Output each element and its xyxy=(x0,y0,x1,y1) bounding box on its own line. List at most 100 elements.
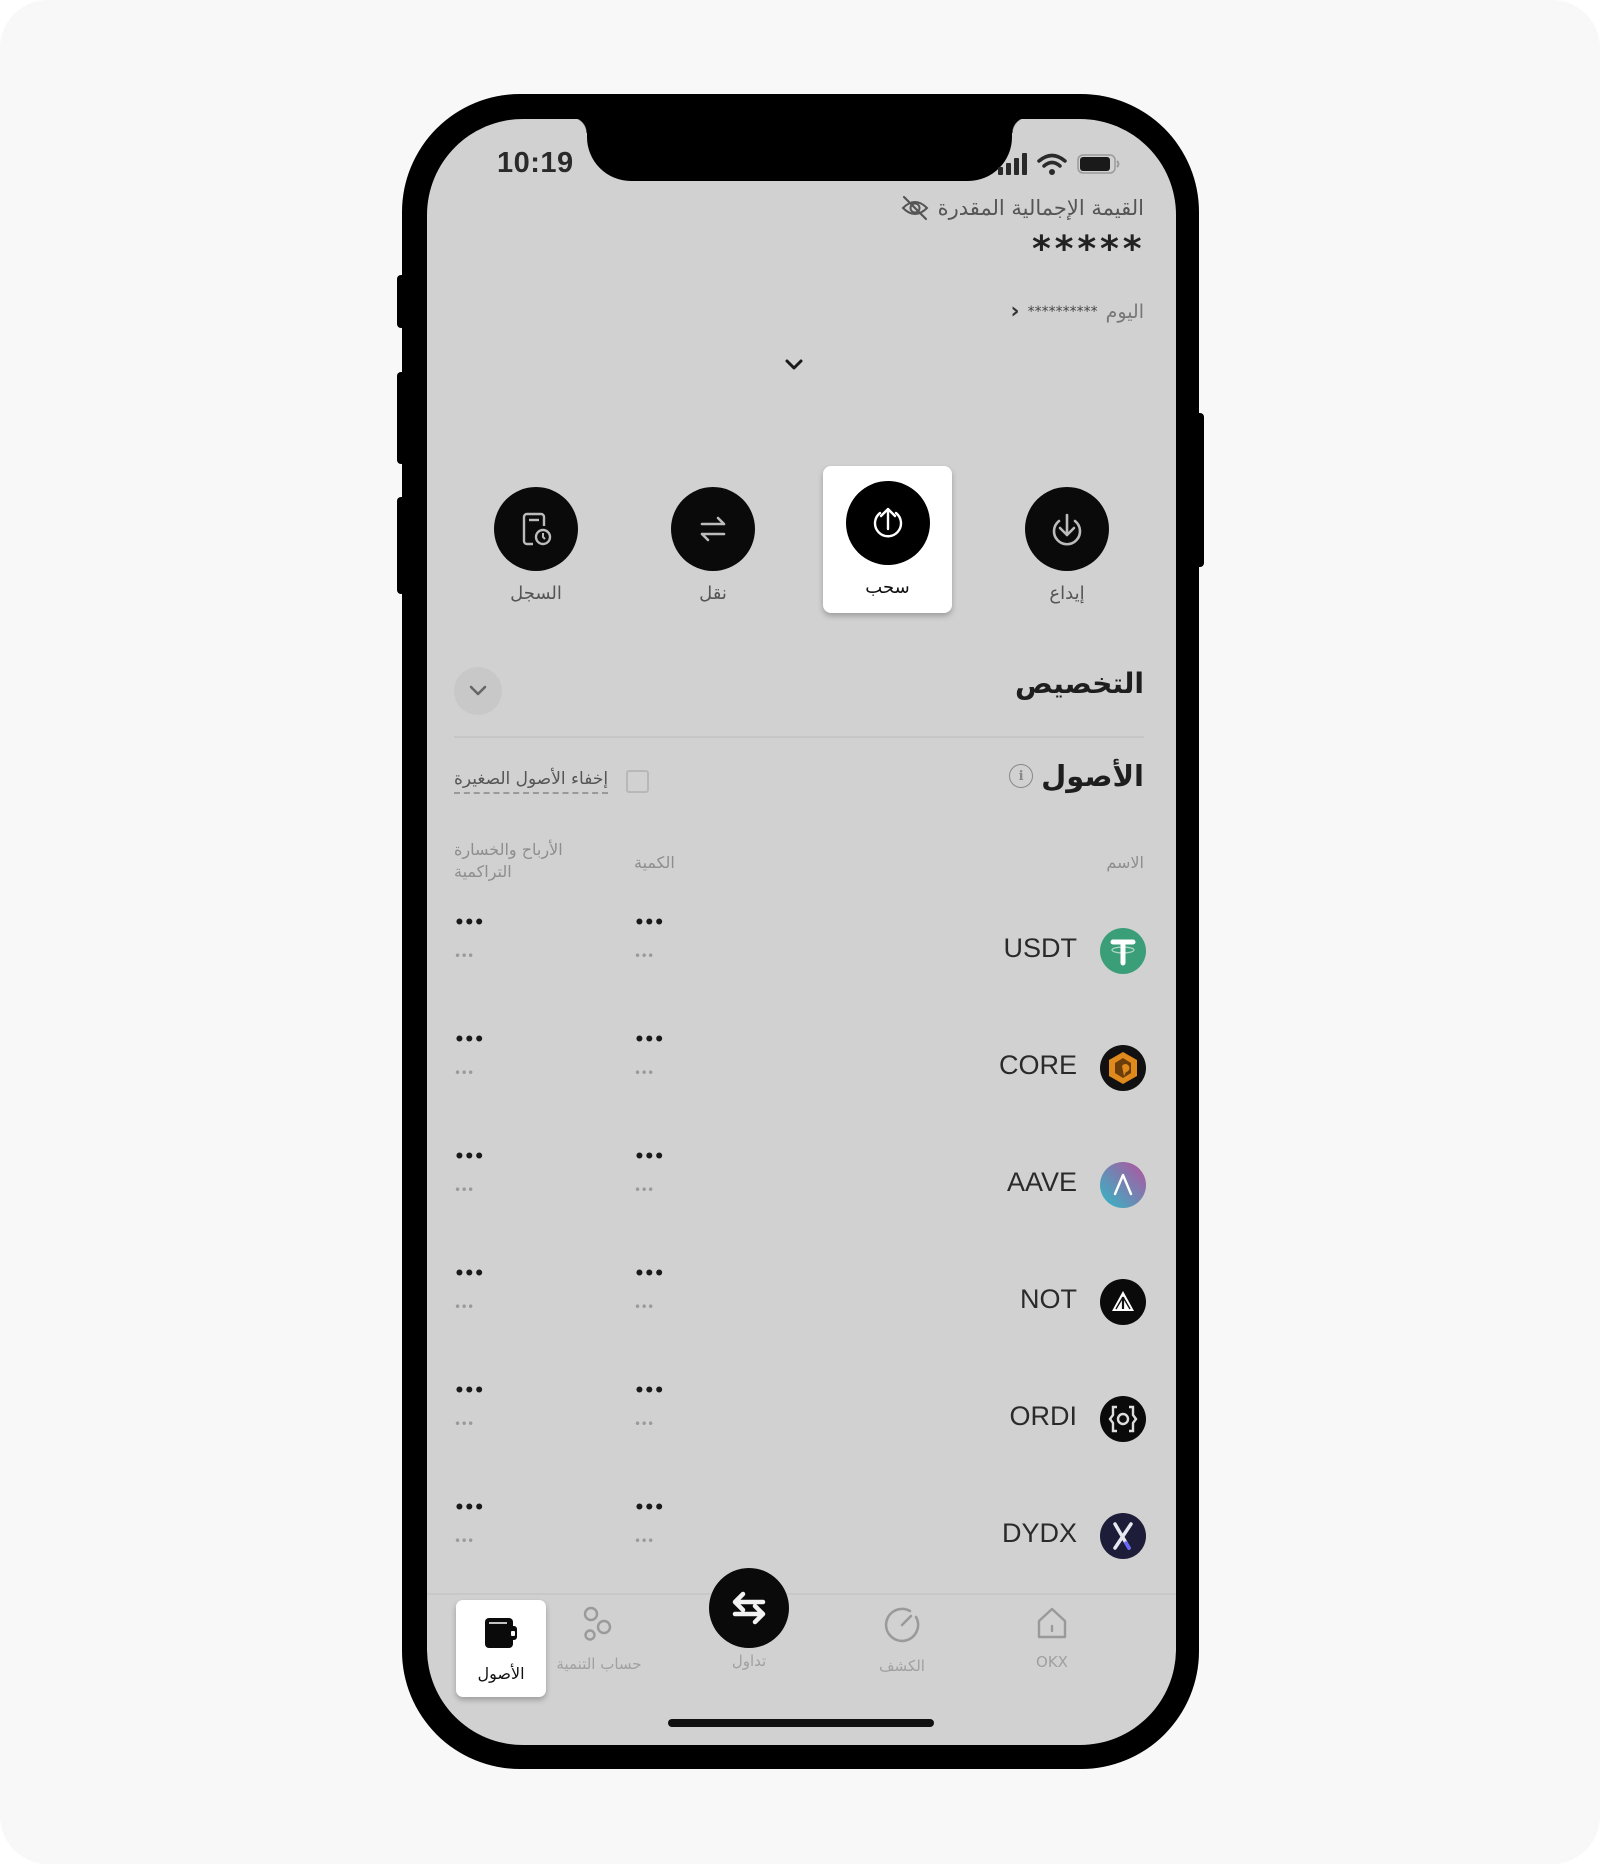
signal-icon xyxy=(998,153,1027,175)
wallet-icon xyxy=(485,1618,517,1648)
asset-quantity-sub: ••• xyxy=(634,1066,654,1080)
status-time: 10:19 xyxy=(497,147,574,179)
asset-pnl-sub: ••• xyxy=(454,1534,474,1548)
discover-icon xyxy=(884,1607,920,1643)
asset-quantity: ••• xyxy=(634,1498,665,1518)
asset-quantity-sub: ••• xyxy=(634,1534,654,1548)
column-header-quantity[interactable]: الكمية xyxy=(634,852,675,874)
asset-row-not[interactable]: NOT ••• ••• ••• ••• xyxy=(427,1264,1176,1387)
deposit-icon xyxy=(1052,513,1082,546)
nav-label-grow: حساب التنمية xyxy=(556,1655,642,1673)
asset-quantity: ••• xyxy=(634,1264,665,1284)
hide-small-assets-checkbox[interactable] xyxy=(626,770,650,793)
home-indicator[interactable] xyxy=(668,1719,934,1727)
history-button-circle xyxy=(494,487,578,571)
today-pnl-row[interactable]: اليوم ********** ‹ xyxy=(1011,299,1144,324)
asset-pnl: ••• xyxy=(454,1147,485,1167)
usdt-coin-icon xyxy=(1100,928,1146,974)
withdraw-icon xyxy=(873,507,902,538)
withdraw-button[interactable]: سحب xyxy=(823,466,952,613)
asset-pnl-sub: ••• xyxy=(454,1417,474,1431)
transfer-button[interactable]: نقل xyxy=(648,487,778,604)
ordi-coin-icon xyxy=(1100,1396,1146,1442)
grow-icon xyxy=(583,1606,612,1641)
today-value: ********** xyxy=(1027,303,1098,320)
nav-label-trade: تداول xyxy=(731,1652,767,1670)
nav-label-discover: الكشف xyxy=(879,1657,925,1675)
asset-symbol: CORE xyxy=(998,1050,1077,1080)
battery-icon xyxy=(1077,154,1120,174)
asset-quantity: ••• xyxy=(634,1030,665,1050)
nav-item-assets[interactable]: الأصول xyxy=(456,1600,546,1697)
asset-pnl: ••• xyxy=(454,1264,485,1284)
asset-quantity-sub: ••• xyxy=(634,1300,654,1314)
deposit-button-circle xyxy=(1025,487,1109,571)
aave-coin-icon xyxy=(1100,1162,1146,1208)
history-icon xyxy=(522,512,552,546)
wifi-icon xyxy=(1037,153,1067,175)
history-button[interactable]: السجل xyxy=(471,487,601,604)
chevron-down-icon xyxy=(469,685,487,696)
hide-small-assets-toggle[interactable]: إخفاء الأصول الصغيرة xyxy=(454,769,650,794)
column-header-name[interactable]: الاسم xyxy=(1106,852,1144,874)
asset-pnl-sub: ••• xyxy=(454,1066,474,1080)
asset-row-usdt[interactable]: USDT ••• ••• ••• ••• xyxy=(427,913,1176,1036)
asset-quantity-sub: ••• xyxy=(634,1183,654,1197)
assets-title: الأصول xyxy=(1041,759,1144,793)
deposit-label: إيداع xyxy=(1049,583,1085,604)
phone-notch xyxy=(571,119,1028,181)
home-icon xyxy=(1037,1607,1067,1639)
status-icons xyxy=(997,151,1121,177)
asset-symbol: DYDX xyxy=(1001,1518,1077,1548)
deposit-button[interactable]: إيداع xyxy=(1002,487,1132,604)
chevron-left-icon: ‹ xyxy=(1010,299,1020,324)
total-value-label: القيمة الإجمالية المقدرة xyxy=(937,196,1144,220)
asset-pnl: ••• xyxy=(454,1498,485,1518)
nav-item-okx[interactable]: OKX xyxy=(997,1605,1107,1671)
today-label: اليوم xyxy=(1105,300,1144,323)
asset-pnl-sub: ••• xyxy=(454,1183,474,1197)
asset-row-ordi[interactable]: ORDI ••• ••• ••• ••• xyxy=(427,1381,1176,1504)
info-icon[interactable]: i xyxy=(1009,764,1034,788)
trade-swap-icon xyxy=(732,1591,766,1625)
eye-off-icon[interactable] xyxy=(900,195,930,221)
withdraw-button-circle xyxy=(845,481,930,565)
nav-item-discover[interactable]: الكشف xyxy=(847,1605,957,1675)
asset-pnl: ••• xyxy=(454,1381,485,1401)
core-coin-icon xyxy=(1100,1045,1146,1091)
transfer-icon xyxy=(700,516,726,542)
asset-symbol: NOT xyxy=(1020,1284,1077,1314)
column-header-pnl[interactable]: الأرباح والخسارة التراكمية xyxy=(454,839,594,882)
asset-symbol: USDT xyxy=(1003,933,1078,963)
section-divider xyxy=(454,736,1144,738)
asset-symbol: ORDI xyxy=(1009,1401,1078,1431)
nav-label-assets: الأصول xyxy=(477,1664,525,1683)
asset-quantity: ••• xyxy=(634,1147,665,1167)
dydx-coin-icon xyxy=(1100,1513,1146,1559)
withdraw-label: سحب xyxy=(865,577,910,598)
asset-row-aave[interactable]: AAVE ••• ••• ••• ••• xyxy=(427,1147,1176,1270)
total-value: ***** xyxy=(1030,229,1144,270)
asset-quantity-sub: ••• xyxy=(634,1417,654,1431)
asset-row-core[interactable]: CORE ••• ••• ••• ••• xyxy=(427,1030,1176,1153)
total-value-label-row: القيمة الإجمالية المقدرة xyxy=(900,195,1144,221)
nav-item-grow[interactable]: حساب التنمية xyxy=(544,1605,654,1673)
asset-pnl-sub: ••• xyxy=(454,949,474,963)
customization-title: التخصيص xyxy=(1015,667,1144,700)
transfer-label: نقل xyxy=(699,583,727,604)
asset-pnl: ••• xyxy=(454,913,485,933)
asset-quantity: ••• xyxy=(634,1381,665,1401)
asset-pnl: ••• xyxy=(454,1030,485,1050)
history-label: السجل xyxy=(510,583,562,604)
nav-item-trade[interactable]: تداول xyxy=(694,1568,804,1670)
asset-quantity: ••• xyxy=(634,913,665,933)
trade-button-circle xyxy=(709,1568,789,1648)
nav-label-okx: OKX xyxy=(1036,1653,1068,1671)
asset-pnl-sub: ••• xyxy=(454,1300,474,1314)
asset-quantity-sub: ••• xyxy=(634,949,654,963)
phone-screen: 10:19 القيمة الإجمالية المقدرة ***** الي xyxy=(427,119,1176,1745)
expand-chevron-icon[interactable] xyxy=(782,355,806,375)
transfer-button-circle xyxy=(671,487,755,571)
customization-toggle-button[interactable] xyxy=(454,667,502,715)
assets-title-row: الأصول i xyxy=(1009,759,1144,793)
